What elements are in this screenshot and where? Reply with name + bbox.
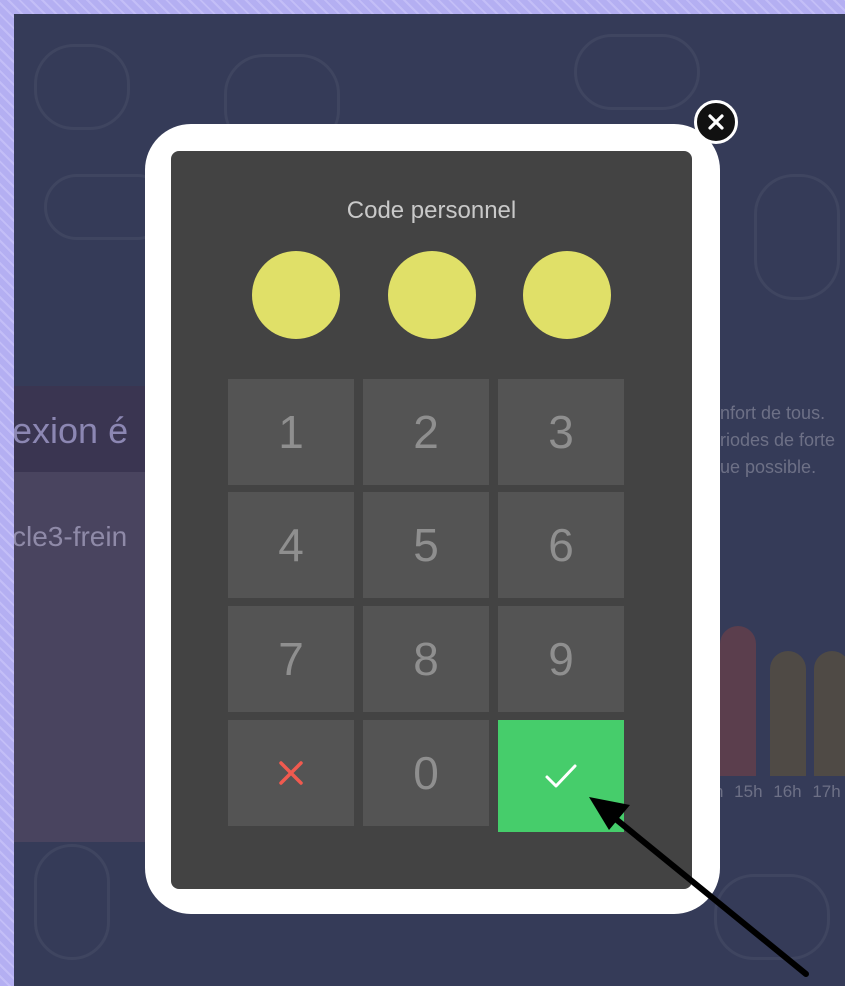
pointer-arrow-annotation bbox=[589, 797, 809, 977]
